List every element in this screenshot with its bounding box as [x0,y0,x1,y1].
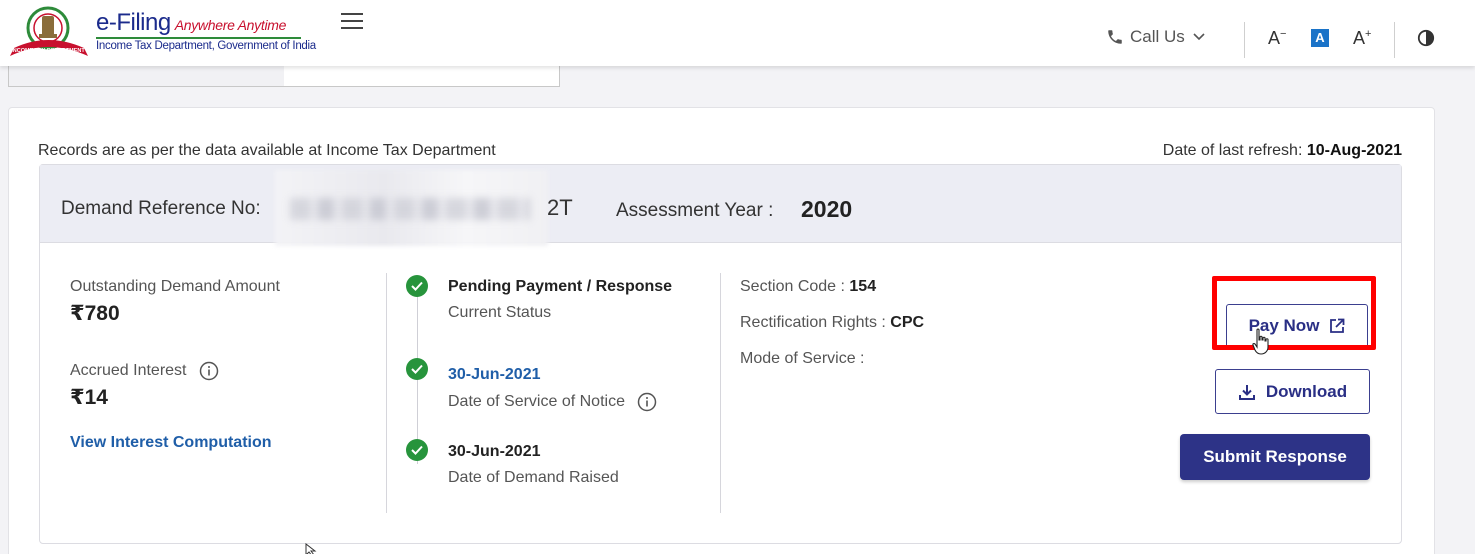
check-icon [406,439,428,461]
section-code-row: Section Code : 154 [740,278,876,296]
demand-raised-date: 30-Jun-2021 [448,443,541,460]
arrow-cursor-icon [305,543,317,554]
view-interest-link[interactable]: View Interest Computation [70,434,272,452]
emblem-logo[interactable]: INCOME TAX DEPARTMENT [8,4,90,62]
notice-date-label: Date of Service of Notice [448,393,625,411]
status-title: Pending Payment / Response [448,278,673,295]
font-decrease-label: A [1268,28,1281,48]
assessment-year-value: 2020 [801,196,853,222]
font-increase-button[interactable]: A+ [1353,28,1371,49]
redacted-reference-text [290,198,530,220]
check-icon [406,275,428,297]
mode-of-service-label: Mode of Service : [740,350,865,367]
brand-block[interactable]: e-Filing Anywhere Anytime Income Tax Depa… [96,10,316,52]
demand-raised-label: Date of Demand Raised [448,469,619,486]
font-decrease-button[interactable]: A− [1268,28,1286,49]
brand-title: e-Filing [96,9,171,36]
accrued-interest-label: Accrued Interest [70,362,187,380]
mode-of-service-row: Mode of Service : [740,350,865,368]
records-note: Records are as per the data available at… [38,142,496,159]
assessment-year-label: Assessment Year : [616,200,774,221]
header-divider [1394,22,1395,58]
outstanding-label: Outstanding Demand Amount [70,278,280,295]
accrued-interest-row: Accrued Interest [70,361,219,381]
call-us-label: Call Us [1130,27,1185,46]
download-label: Download [1265,381,1348,401]
demand-ref-tail: 2T [547,195,573,220]
highlight-box [1212,276,1376,350]
top-header: INCOME TAX DEPARTMENT e-Filing Anywhere A… [0,0,1475,66]
font-normal-button[interactable]: A [1311,29,1329,47]
header-divider [1244,22,1245,58]
refresh-label: Date of last refresh: [1162,142,1303,159]
rectification-label: Rectification Rights : [740,314,886,331]
hand-cursor-icon [1252,328,1269,355]
demand-ref-label: Demand Reference No: [61,198,261,219]
check-icon [406,358,428,380]
contrast-icon[interactable] [1417,29,1435,47]
outstanding-value: ₹780 [70,302,120,325]
column-divider [720,273,721,513]
status-sub: Current Status [448,304,552,321]
info-icon[interactable] [199,361,219,381]
notice-date: 30-Jun-2021 [448,366,541,383]
menu-icon[interactable] [341,13,363,31]
brand-tagline: Anywhere Anytime [174,17,287,33]
svg-text:INCOME TAX DEPARTMENT: INCOME TAX DEPARTMENT [11,48,85,54]
notice-date-label-row: Date of Service of Notice [448,392,657,412]
call-us-dropdown[interactable]: Call Us [1106,27,1211,47]
brand-underline [96,37,301,39]
rectification-value: CPC [890,314,925,331]
submit-response-button[interactable]: Submit Response [1180,434,1370,480]
download-button[interactable]: Download [1215,369,1370,414]
accrued-interest-value: ₹14 [70,386,108,409]
font-increase-label: A [1353,28,1366,48]
last-refresh: Date of last refresh: 10-Aug-2021 [1163,142,1402,160]
chevron-down-icon [1193,33,1205,41]
column-divider [386,273,387,513]
brand-subtitle: Income Tax Department, Government of Ind… [96,40,316,52]
download-icon [1238,384,1255,400]
info-icon[interactable] [637,392,657,412]
refresh-value: 10-Aug-2021 [1306,142,1402,159]
section-code-label: Section Code : [740,278,845,295]
section-code-value: 154 [849,278,877,295]
phone-icon [1108,30,1122,44]
rectification-rights-row: Rectification Rights : CPC [740,314,924,332]
